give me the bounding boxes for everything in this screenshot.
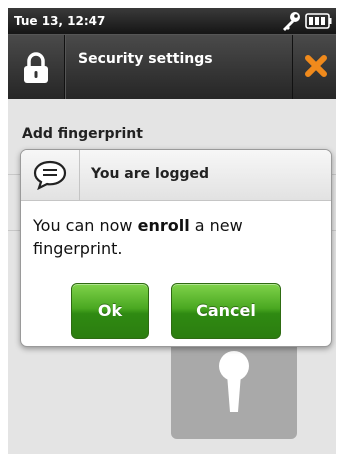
lock-button[interactable] bbox=[8, 35, 65, 99]
status-bar: Tue 13, 12:47 bbox=[8, 8, 336, 34]
ok-button[interactable]: Ok bbox=[71, 283, 149, 339]
message-text: You can now bbox=[33, 216, 138, 235]
chat-icon bbox=[33, 160, 67, 190]
device-screen: Tue 13, 12:47 Security settings Add fing… bbox=[8, 8, 336, 454]
section-title: Add fingerprint bbox=[22, 126, 143, 142]
close-icon bbox=[305, 55, 327, 77]
cancel-button[interactable]: Cancel bbox=[171, 283, 281, 339]
login-dialog: You are logged You can now enroll a new … bbox=[20, 149, 332, 347]
title-bar: Security settings bbox=[8, 34, 336, 99]
page-title: Security settings bbox=[78, 51, 213, 67]
battery-icon bbox=[305, 13, 332, 29]
keyhole-icon bbox=[219, 351, 249, 412]
dialog-title: You are logged bbox=[91, 166, 210, 182]
message-bold-text: enroll bbox=[137, 216, 190, 235]
dialog-icon-box bbox=[21, 150, 80, 200]
lock-icon bbox=[24, 52, 48, 83]
key-icon bbox=[283, 12, 300, 31]
dialog-message: You can now enroll a new fingerprint. bbox=[33, 214, 323, 260]
dialog-header: You are logged bbox=[21, 150, 331, 201]
status-time: Tue 13, 12:47 bbox=[14, 14, 106, 28]
close-button[interactable] bbox=[292, 35, 336, 99]
